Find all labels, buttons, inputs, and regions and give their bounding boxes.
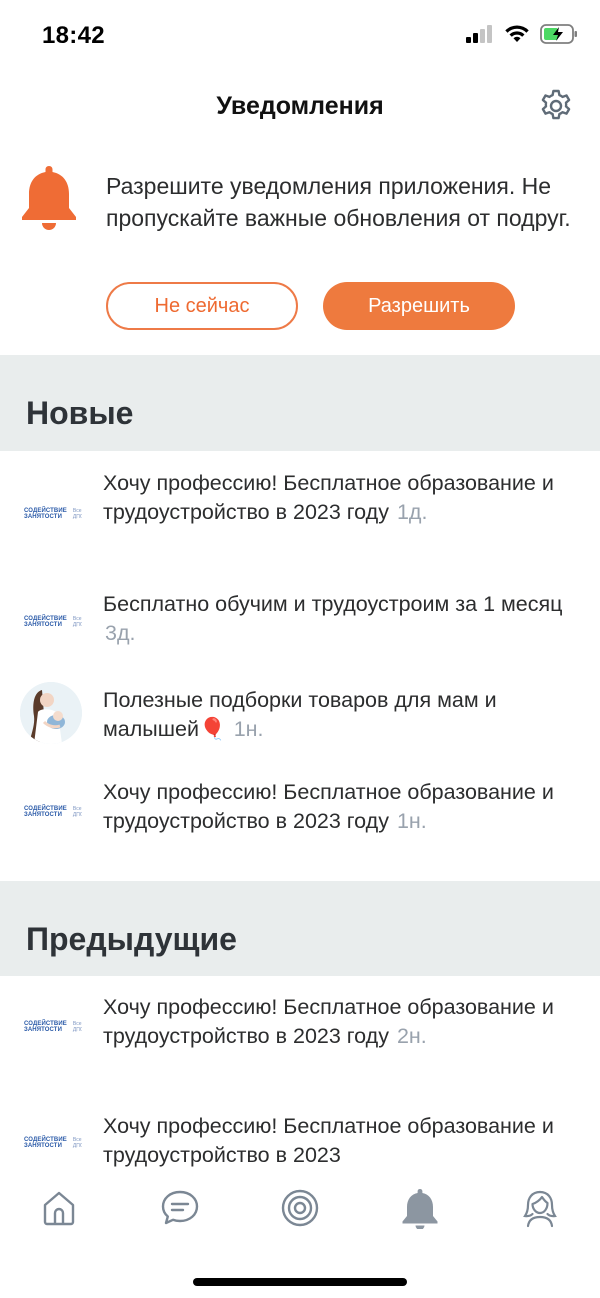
notification-text: Хочу профессию! Бесплатное образование и… [103,471,554,524]
bell-icon [402,1189,438,1229]
notification-text: Полезные подборки товаров для мам и малы… [103,688,497,741]
notification-permission-banner: Разрешите уведомления приложения. Не про… [0,148,600,355]
gear-icon [541,89,571,120]
status-bar: 18:42 [0,0,600,72]
notification-item[interactable]: СОДЕЙСТВИЕ ЗАНЯТОСТИ Все ДПО Хочу профес… [0,991,600,1091]
notification-item[interactable]: СОДЕЙСТВИЕ ЗАНЯТОСТИ Все ДПО Хочу профес… [0,1110,600,1172]
notification-item[interactable]: СОДЕЙСТВИЕ ЗАНЯТОСТИ Все ДПО Бесплатно о… [0,588,600,660]
header: Уведомления [0,72,600,142]
chat-icon [161,1190,199,1225]
tab-profile[interactable] [510,1186,570,1230]
tab-discover[interactable] [270,1186,330,1230]
brand-logo-avatar: СОДЕЙСТВИЕ ЗАНЯТОСТИ Все ДПО [20,1112,82,1172]
not-now-button[interactable]: Не сейчас [106,282,298,330]
wifi-icon [505,25,529,42]
mother-and-baby-image [20,682,82,744]
brand-logo: СОДЕЙСТВИЕ ЗАНЯТОСТИ Все ДПО [24,1136,82,1150]
section-title-new: Новые [26,395,134,431]
notification-time: 3д. [105,621,136,645]
home-icon [43,1191,75,1226]
tab-notifications[interactable] [390,1186,450,1230]
settings-button[interactable] [536,86,576,126]
brand-logo: СОДЕЙСТВИЕ ЗАНЯТОСТИ Все ДПО [24,1020,82,1034]
profile-icon [523,1190,557,1228]
brand-logo-avatar: СОДЕЙСТВИЕ ЗАНЯТОСТИ Все ДПО [20,781,82,843]
status-time: 18:42 [42,22,105,49]
notification-text: Хочу профессию! Бесплатное образование и… [103,1114,554,1167]
brand-logo-avatar: СОДЕЙСТВИЕ ЗАНЯТОСТИ Все ДПО [20,996,82,1058]
status-icons [466,24,578,44]
notification-time: 2н. [396,1024,427,1048]
notification-time: 1н. [233,717,264,741]
notification-item[interactable]: Полезные подборки товаров для мам и малы… [0,680,600,752]
notification-text: Хочу профессию! Бесплатное образование и… [103,780,554,833]
home-indicator [193,1278,407,1286]
section-header-new: Новые [0,355,600,451]
brand-logo: СОДЕЙСТВИЕ ЗАНЯТОСТИ Все ДПО [24,615,82,629]
notification-time: 1д. [396,500,428,524]
allow-button[interactable]: Разрешить [323,282,515,330]
bell-icon [22,166,76,230]
notification-item[interactable]: СОДЕЙСТВИЕ ЗАНЯТОСТИ Все ДПО Хочу профес… [0,776,600,876]
brand-logo-avatar: СОДЕЙСТВИЕ ЗАНЯТОСТИ Все ДПО [20,591,82,653]
brand-logo: СОДЕЙСТВИЕ ЗАНЯТОСТИ Все ДПО [24,507,82,521]
page-title: Уведомления [216,92,384,120]
section-header-previous: Предыдущие [0,881,600,976]
brand-logo-avatar: СОДЕЙСТВИЕ ЗАНЯТОСТИ Все ДПО [20,483,82,545]
notification-text: Бесплатно обучим и трудоустроим за 1 мес… [103,592,563,645]
avatar [20,682,82,744]
notification-time: 1н. [396,809,427,833]
signal-icon [466,25,492,43]
notification-item[interactable]: СОДЕЙСТВИЕ ЗАНЯТОСТИ Все ДПО Хочу профес… [0,466,600,566]
tab-chat[interactable] [150,1186,210,1230]
banner-text: Разрешите уведомления приложения. Не про… [106,173,571,231]
battery-charging-icon [540,24,577,44]
brand-logo: СОДЕЙСТВИЕ ЗАНЯТОСТИ Все ДПО [24,805,82,819]
target-icon [281,1189,319,1227]
section-title-previous: Предыдущие [26,921,237,957]
tab-home[interactable] [29,1186,89,1230]
notification-text: Хочу профессию! Бесплатное образование и… [103,995,554,1048]
